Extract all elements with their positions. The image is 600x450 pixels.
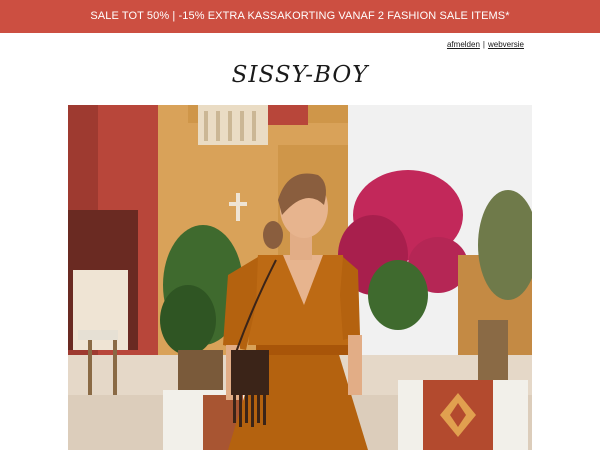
brand-logo-text: SISSY-BOY — [231, 62, 369, 88]
hero-photo-illustration — [68, 105, 532, 450]
top-links: afmelden | webversie — [447, 40, 524, 49]
link-separator: | — [482, 40, 485, 49]
hero-image[interactable] — [68, 105, 532, 450]
sale-banner-text[interactable]: SALE TOT 50% | -15% EXTRA KASSAKORTING V… — [90, 10, 509, 22]
brand-logo[interactable]: SISSY-BOY — [0, 62, 600, 88]
sale-banner[interactable]: SALE TOT 50% | -15% EXTRA KASSAKORTING V… — [0, 0, 600, 33]
webversion-link[interactable]: webversie — [488, 40, 524, 49]
unsubscribe-link[interactable]: afmelden — [447, 40, 480, 49]
